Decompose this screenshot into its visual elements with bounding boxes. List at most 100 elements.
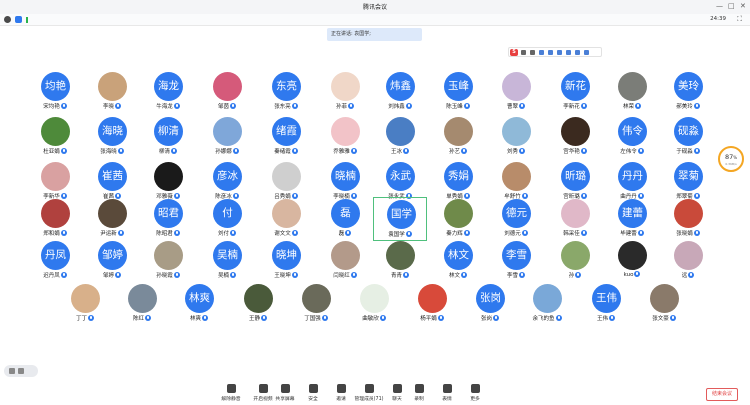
participant-tile[interactable]: 尹运新 bbox=[85, 197, 139, 241]
participant-tile[interactable]: 彦冰 陈彦冰 bbox=[200, 160, 254, 200]
ime-skin-icon[interactable] bbox=[566, 50, 571, 55]
participant-tile[interactable]: 孙娜娜 bbox=[200, 115, 254, 162]
participant-tile[interactable]: 杜亚娟 bbox=[28, 115, 82, 162]
ime-punct-icon[interactable] bbox=[530, 50, 535, 55]
participant-tile[interactable]: 林文 林文 bbox=[431, 239, 485, 284]
participant-tile[interactable]: 李雪 李雪 bbox=[489, 239, 543, 284]
maximize-icon[interactable]: □ bbox=[728, 1, 735, 12]
participant-tile[interactable]: 张岗 张岗 bbox=[463, 282, 517, 324]
participant-tile[interactable]: 吕秀娟 bbox=[259, 160, 313, 200]
participant-tile[interactable]: 崔茜 崔茜 bbox=[85, 160, 139, 200]
participant-tile[interactable]: 伟令 左伟令 bbox=[605, 115, 659, 162]
participant-tile[interactable]: 闫晓红 bbox=[318, 239, 372, 284]
mic-status-icon bbox=[575, 272, 582, 278]
ime-voice-icon[interactable] bbox=[539, 50, 544, 55]
participant-avatar-photo bbox=[331, 241, 360, 270]
participant-tile[interactable]: 青青 bbox=[373, 239, 427, 284]
participant-tile[interactable]: 翠菊 郑翠菊 bbox=[661, 160, 715, 200]
participant-tile[interactable]: 孙 bbox=[548, 239, 602, 284]
participant-tile[interactable]: 东亮 张东亮 bbox=[259, 70, 313, 117]
minimize-icon[interactable]: — bbox=[716, 1, 723, 12]
participant-tile[interactable]: 海龙 牛海龙 bbox=[141, 70, 195, 117]
participant-name: 尹运新 bbox=[100, 231, 117, 237]
participant-tile[interactable]: 王冰 bbox=[373, 115, 427, 162]
participant-name: 秦绪霞 bbox=[274, 149, 291, 155]
participant-tile[interactable]: 郑和娟 bbox=[28, 197, 82, 241]
participant-tile[interactable]: 杨平娟 bbox=[405, 282, 459, 324]
participant-avatar-photo bbox=[561, 117, 590, 146]
participant-avatar-photo bbox=[154, 241, 183, 270]
toolbar-button-more[interactable]: 更多 bbox=[459, 384, 491, 405]
participant-tile[interactable]: 孙菲 bbox=[318, 70, 372, 117]
ime-mode-icon[interactable] bbox=[521, 50, 526, 55]
participant-tile[interactable]: 孙艺 bbox=[431, 115, 485, 162]
participant-tile[interactable]: 永武 张永武 bbox=[373, 160, 427, 200]
participant-tile[interactable]: 孙晓霞 bbox=[141, 239, 195, 284]
participant-tile[interactable]: kuo bbox=[605, 239, 659, 284]
participant-tile[interactable]: 磊磊 bbox=[318, 197, 372, 241]
participant-name-row: 杜亚娟 bbox=[28, 147, 82, 155]
participant-tile[interactable]: 吴楠 吴楠 bbox=[200, 239, 254, 284]
participant-tile[interactable]: 晓楠 李晓楠 bbox=[318, 160, 372, 200]
participant-tile[interactable]: 余飞的鱼 bbox=[520, 282, 574, 324]
participant-tile[interactable]: 德元 刘德元 bbox=[489, 197, 543, 241]
participant-tile[interactable]: 秦力辉 bbox=[431, 197, 485, 241]
participant-tile[interactable]: 林爽 林爽 bbox=[172, 282, 226, 324]
participant-tile[interactable]: 柳清 柳清 bbox=[141, 115, 195, 162]
participant-tile[interactable]: 林荣 bbox=[605, 70, 659, 117]
toolbar-button-mic[interactable]: 解除静音 bbox=[215, 384, 247, 405]
participant-tile[interactable]: 远 bbox=[661, 239, 715, 284]
participant-tile[interactable]: 曹翠 bbox=[489, 70, 543, 117]
participant-tile[interactable]: 丁丁 bbox=[58, 282, 112, 324]
participant-tile[interactable]: 曲敏欣 bbox=[347, 282, 401, 324]
participant-tile[interactable]: 邓雅薇 bbox=[141, 160, 195, 200]
participant-tile[interactable]: 丁国强 bbox=[289, 282, 343, 324]
participant-tile[interactable]: 新花 李新花 bbox=[548, 70, 602, 117]
participant-tile[interactable]: 宫华艳 bbox=[548, 115, 602, 162]
participant-tile[interactable]: 李晓 bbox=[85, 70, 139, 117]
participant-tile[interactable]: 邹茵 bbox=[200, 70, 254, 117]
participant-tile[interactable]: 丹凤 迟丹凤 bbox=[28, 239, 82, 284]
participant-tile[interactable]: 砚淼 于砚淼 bbox=[661, 115, 715, 162]
participant-tile[interactable]: 刘秀 bbox=[489, 115, 543, 162]
ime-logo-icon[interactable]: S bbox=[510, 49, 518, 56]
ime-settings-icon[interactable] bbox=[584, 50, 589, 55]
ime-keyboard-icon[interactable] bbox=[557, 50, 562, 55]
participant-tile[interactable]: 玉峰 陈玉峰 bbox=[431, 70, 485, 117]
participant-tile[interactable]: 王伟 王伟 bbox=[579, 282, 633, 324]
participant-tile[interactable]: 牟舒竹 bbox=[489, 160, 543, 200]
network-meter[interactable]: 87% 0.3KB/s bbox=[718, 146, 744, 172]
participant-tile[interactable]: 李新华 bbox=[28, 160, 82, 200]
participant-tile[interactable]: 秀娟 单秀娟 bbox=[431, 160, 485, 200]
participant-tile[interactable]: 海晓 张海晓 bbox=[85, 115, 139, 162]
close-icon[interactable]: ✕ bbox=[740, 1, 746, 12]
participant-tile[interactable]: 炜鑫 刘炜鑫 bbox=[373, 70, 427, 117]
participant-tile[interactable]: 韩采佳 bbox=[548, 197, 602, 241]
participant-tile[interactable]: 邹婷 邹婷 bbox=[85, 239, 139, 284]
participant-tile[interactable]: 乔雅雅 bbox=[318, 115, 372, 162]
end-meeting-button[interactable]: 结束会议 bbox=[706, 388, 738, 401]
participant-tile[interactable]: 谢文文 bbox=[259, 197, 313, 241]
participant-tile[interactable]: 绪霞 秦绪霞 bbox=[259, 115, 313, 162]
participant-tile[interactable]: 陈红 bbox=[115, 282, 169, 324]
participant-tile[interactable]: 昕璐 宫昕璐 bbox=[548, 160, 602, 200]
participant-tile[interactable]: 付刘付 bbox=[200, 197, 254, 241]
participant-tile[interactable]: 国学 袁国学 bbox=[373, 197, 427, 241]
shield-icon[interactable] bbox=[15, 16, 22, 23]
participant-tile[interactable]: 晓坤 王晓坤 bbox=[259, 239, 313, 284]
ime-toolbox-icon[interactable] bbox=[575, 50, 580, 55]
participant-tile[interactable]: 张文豪 bbox=[637, 282, 691, 324]
fullscreen-icon[interactable]: ⛶ bbox=[737, 15, 742, 24]
participant-tile[interactable]: 美玲 郝美玲 bbox=[661, 70, 715, 117]
layout-toggle-button[interactable] bbox=[4, 365, 38, 377]
mic-status-icon bbox=[519, 103, 525, 109]
mic-status-icon bbox=[580, 148, 587, 154]
participant-tile[interactable]: 建蕾 毕建蕾 bbox=[605, 197, 659, 241]
participant-tile[interactable]: 张晓娟 bbox=[661, 197, 715, 241]
participant-tile[interactable]: 王静 bbox=[231, 282, 285, 324]
participant-tile[interactable]: 昭君 陈昭君 bbox=[141, 197, 195, 241]
ime-emoji-icon[interactable] bbox=[548, 50, 553, 55]
info-icon[interactable] bbox=[4, 16, 11, 23]
participant-tile[interactable]: 丹丹 曲丹丹 bbox=[605, 160, 659, 200]
participant-tile[interactable]: 均艳 宋均艳 bbox=[28, 70, 82, 117]
